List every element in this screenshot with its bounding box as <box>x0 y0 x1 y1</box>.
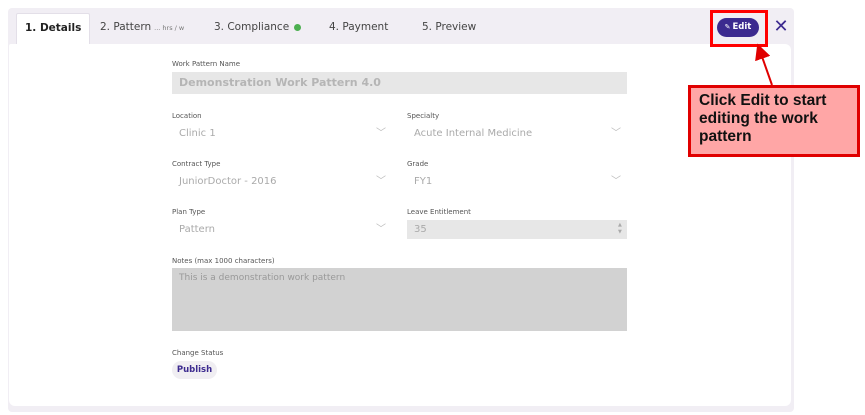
annotation-arrow <box>755 43 773 86</box>
annotation-callout: Click Edit to start editing the work pat… <box>688 85 860 157</box>
